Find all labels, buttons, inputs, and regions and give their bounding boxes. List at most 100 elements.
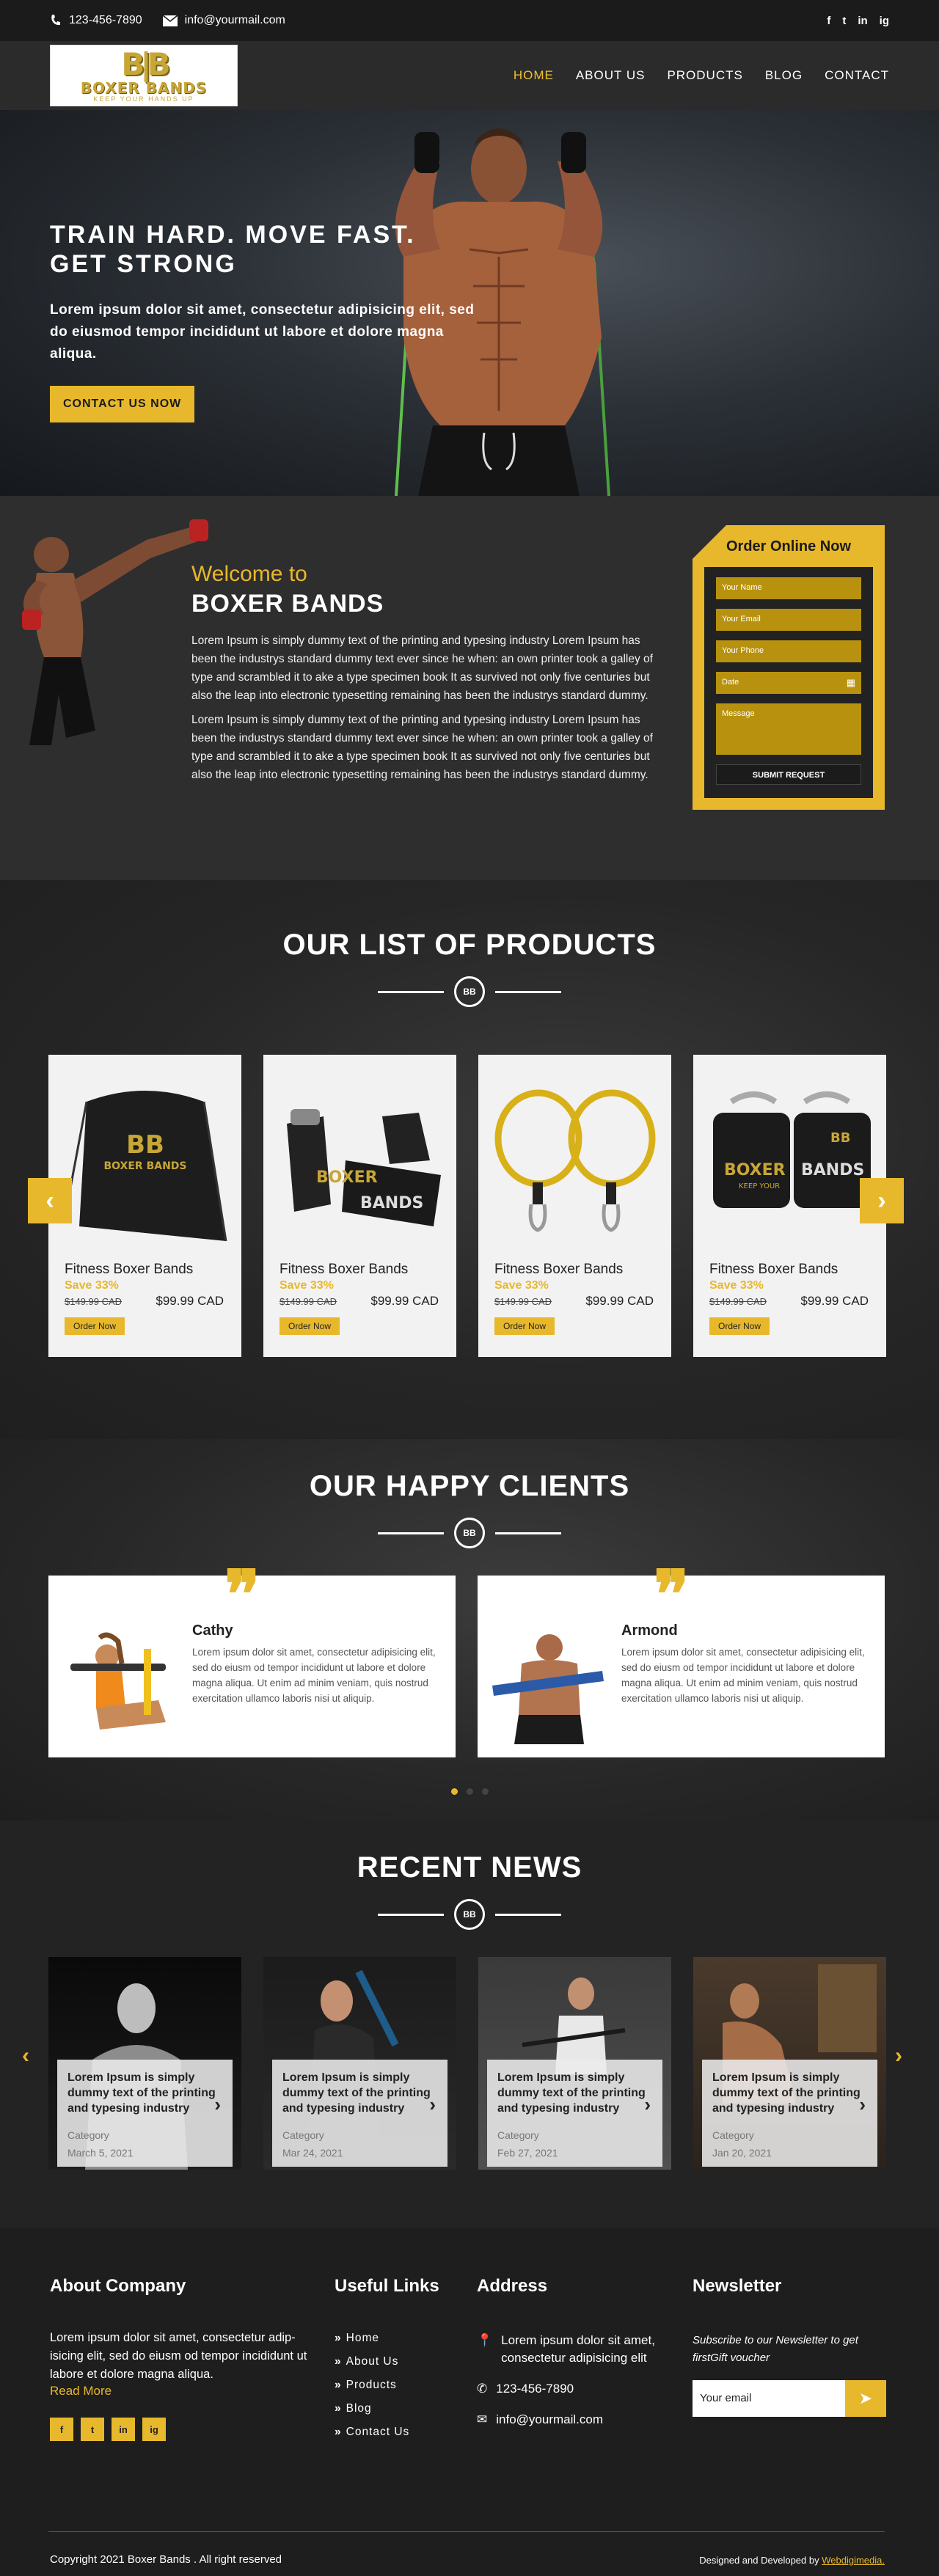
logo-mark: B|B bbox=[121, 46, 170, 82]
top-phone[interactable]: 123-456-7890 bbox=[50, 14, 142, 27]
nav-products[interactable]: PRODUCTS bbox=[667, 68, 742, 83]
twitter-icon[interactable]: t bbox=[842, 15, 846, 27]
footer-link-blog[interactable]: » Blog bbox=[335, 2402, 439, 2415]
product-card[interactable]: BOXER BANDS Fitness Boxer Bands Save 33%… bbox=[263, 1055, 456, 1357]
instagram-icon[interactable]: ig bbox=[142, 2418, 166, 2441]
chevron-right-icon[interactable]: › bbox=[644, 2093, 651, 2116]
carousel-next-button[interactable]: › bbox=[860, 1178, 904, 1223]
footer-link-contact[interactable]: » Contact Us bbox=[335, 2426, 439, 2439]
linkedin-icon[interactable]: in bbox=[858, 15, 867, 27]
footer-email-row[interactable]: ✉ info@yourmail.com bbox=[477, 2411, 675, 2429]
divider-line bbox=[495, 1532, 561, 1534]
phone-field[interactable]: Your Phone bbox=[716, 640, 861, 662]
chevron-right-icon[interactable]: › bbox=[859, 2093, 866, 2116]
product-card[interactable]: BB BOXER BANDS Fitness Boxer Bands Save … bbox=[48, 1055, 241, 1357]
footer-about-title: About Company bbox=[50, 2276, 186, 2296]
contact-us-button[interactable]: CONTACT US NOW bbox=[50, 386, 195, 422]
hero-text: TRAIN HARD. MOVE FAST. GET STRONG Lorem … bbox=[50, 220, 475, 422]
date-field[interactable]: Date ▦ bbox=[716, 672, 861, 694]
order-now-button[interactable]: Order Now bbox=[65, 1317, 125, 1335]
site-logo[interactable]: B|B BOXER BANDS KEEP YOUR HANDS UP bbox=[50, 45, 238, 106]
hero-banner: TRAIN HARD. MOVE FAST. GET STRONG Lorem … bbox=[0, 110, 939, 496]
footer-address: Address 📍 Lorem ipsum dolor sit amet, co… bbox=[477, 2276, 675, 2429]
product-prices: $149.99 CAD $99.99 CAD bbox=[263, 1294, 456, 1309]
credit-link[interactable]: Webdigimedia. bbox=[822, 2555, 885, 2566]
nav-about[interactable]: ABOUT US bbox=[576, 68, 646, 83]
top-email[interactable]: info@yourmail.com bbox=[162, 14, 285, 27]
pagination-dot-active[interactable] bbox=[450, 1788, 458, 1795]
emblem-icon: BB bbox=[454, 976, 485, 1007]
chevron-right-icon[interactable]: › bbox=[214, 2093, 221, 2116]
credit-text: Designed and Developed by Webdigimedia. bbox=[699, 2555, 885, 2566]
map-pin-icon: 📍 bbox=[477, 2333, 493, 2347]
footer-link-about[interactable]: » About Us bbox=[335, 2355, 439, 2368]
nav-menu: HOME ABOUT US PRODUCTS BLOG CONTACT bbox=[514, 68, 889, 83]
newsletter-email-input[interactable]: Your email bbox=[693, 2380, 845, 2417]
nav-home[interactable]: HOME bbox=[514, 68, 554, 83]
footer-phone-row[interactable]: ✆ 123-456-7890 bbox=[477, 2380, 675, 2398]
nav-blog[interactable]: BLOG bbox=[765, 68, 803, 83]
news-caption: Lorem Ipsum is simply dummy text of the … bbox=[487, 2060, 662, 2167]
svg-text:BB: BB bbox=[830, 1130, 850, 1146]
email-field[interactable]: Your Email bbox=[716, 609, 861, 631]
hero-headline-line-1: TRAIN HARD. MOVE FAST. bbox=[50, 221, 416, 249]
chevron-right-icon: › bbox=[877, 1186, 886, 1215]
welcome-copy: Welcome to BOXER BANDS Lorem Ipsum is si… bbox=[191, 562, 658, 784]
ankle-cuffs-image: BOXER BANDS KEEP YOUR BB bbox=[712, 1091, 871, 1208]
instagram-icon[interactable]: ig bbox=[880, 15, 889, 27]
news-card[interactable]: Lorem Ipsum is simply dummy text of the … bbox=[48, 1957, 241, 2170]
footer-link-home[interactable]: » Home bbox=[335, 2332, 439, 2345]
hero-headline-line-2: GET STRONG bbox=[50, 250, 237, 278]
product-card[interactable]: Fitness Boxer Bands Save 33% $149.99 CAD… bbox=[478, 1055, 671, 1357]
client-name: Armond bbox=[621, 1622, 678, 1639]
divider-line bbox=[495, 990, 561, 993]
facebook-icon[interactable]: f bbox=[827, 15, 830, 27]
product-card[interactable]: BOXER BANDS KEEP YOUR BB Fitness Boxer B… bbox=[693, 1055, 886, 1357]
divider-line bbox=[495, 1913, 561, 1916]
bag-brand-text: BOXER BANDS bbox=[103, 1160, 186, 1172]
send-button[interactable]: ➤ bbox=[845, 2380, 886, 2417]
order-now-button[interactable]: Order Now bbox=[494, 1317, 555, 1335]
news-card[interactable]: Lorem Ipsum is simply dummy text of the … bbox=[693, 1957, 886, 2170]
linkedin-icon[interactable]: in bbox=[112, 2418, 135, 2441]
submit-request-button[interactable]: SUBMIT REQUEST bbox=[716, 764, 861, 785]
double-chevron-icon: » bbox=[335, 2332, 342, 2344]
news-category: Category bbox=[712, 2129, 754, 2141]
chevron-right-icon[interactable]: › bbox=[429, 2093, 436, 2116]
pagination-dot[interactable] bbox=[466, 1788, 473, 1795]
divider-line bbox=[378, 990, 444, 993]
news-prev-arrow-icon[interactable]: ‹ bbox=[22, 2043, 29, 2068]
news-next-arrow-icon[interactable]: › bbox=[895, 2043, 902, 2068]
message-field[interactable]: Message bbox=[716, 703, 861, 755]
news-card[interactable]: Lorem Ipsum is simply dummy text of the … bbox=[478, 1957, 671, 2170]
product-save: Save 33% bbox=[709, 1279, 764, 1292]
pagination-dot[interactable] bbox=[481, 1788, 489, 1795]
twitter-icon[interactable]: t bbox=[81, 2418, 104, 2441]
facebook-icon[interactable]: f bbox=[50, 2418, 73, 2441]
order-form-title: Order Online Now bbox=[726, 538, 852, 555]
nav-contact[interactable]: CONTACT bbox=[825, 68, 889, 83]
calendar-icon[interactable]: ▦ bbox=[847, 677, 855, 689]
order-now-button[interactable]: Order Now bbox=[709, 1317, 770, 1335]
product-price: $99.99 CAD bbox=[585, 1294, 654, 1308]
read-more-link[interactable]: Read More bbox=[50, 2384, 314, 2398]
top-social: f t in ig bbox=[827, 15, 889, 27]
emblem-icon: BB bbox=[454, 1899, 485, 1930]
footer-link-products[interactable]: » Products bbox=[335, 2379, 439, 2392]
hero-body: Lorem ipsum dolor sit amet, consectetur … bbox=[50, 302, 475, 362]
logo-name: BOXER BANDS bbox=[80, 79, 208, 97]
carousel-prev-button[interactable]: ‹ bbox=[28, 1178, 72, 1223]
paper-plane-icon: ➤ bbox=[858, 2389, 873, 2407]
news-card[interactable]: Lorem Ipsum is simply dummy text of the … bbox=[263, 1957, 456, 2170]
order-corner-fold bbox=[693, 525, 726, 559]
cuff-tagline: KEEP YOUR bbox=[739, 1182, 780, 1190]
name-field[interactable]: Your Name bbox=[716, 577, 861, 599]
product-old-price: $149.99 CAD bbox=[279, 1296, 337, 1307]
news-date: Mar 24, 2021 bbox=[282, 2147, 343, 2159]
welcome-subtitle: Welcome to bbox=[191, 562, 307, 586]
news-category: Category bbox=[497, 2129, 539, 2141]
credit-label: Designed and Developed by bbox=[699, 2555, 819, 2566]
envelope-icon bbox=[162, 15, 178, 26]
order-now-button[interactable]: Order Now bbox=[279, 1317, 340, 1335]
product-image: BB BOXER BANDS bbox=[48, 1055, 241, 1266]
